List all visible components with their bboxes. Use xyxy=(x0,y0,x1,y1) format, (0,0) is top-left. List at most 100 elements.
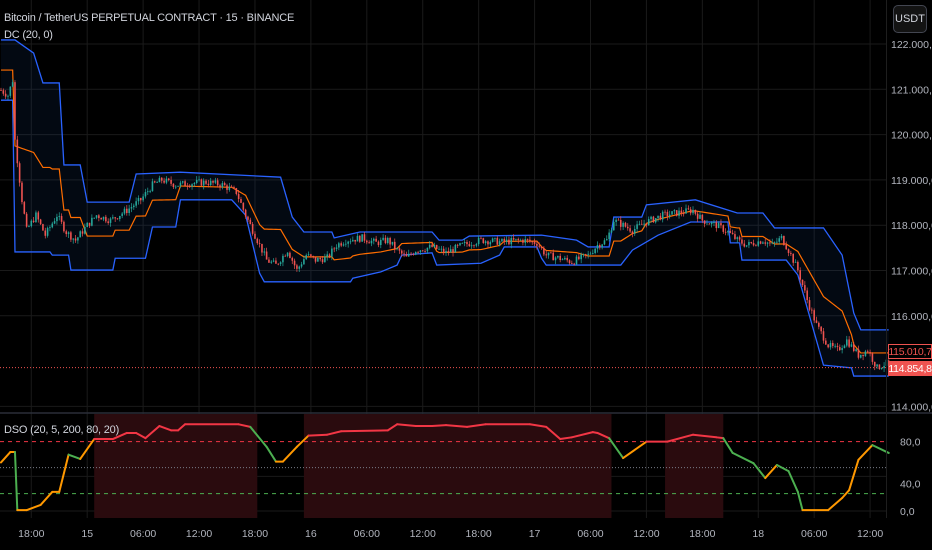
candle-body xyxy=(526,239,529,240)
dso-indicator-legend[interactable]: DSO (20, 5, 200, 80, 20) xyxy=(4,424,119,436)
candle-body xyxy=(195,179,198,183)
candle-body xyxy=(433,244,436,247)
time-tick-label: 17 xyxy=(529,528,541,540)
candle-body xyxy=(687,208,690,210)
candle-body xyxy=(773,242,776,244)
dso-line-segment xyxy=(848,458,860,492)
chart-canvas[interactable]: 18:00 15 06:00 12:00 18:00 16 06:00 12:00 18:00 1… xyxy=(0,0,932,550)
candle-body xyxy=(731,232,734,235)
candle-body xyxy=(216,180,219,186)
candle-body xyxy=(540,246,543,249)
candle-body xyxy=(804,285,806,291)
candle-body xyxy=(84,227,86,234)
dc-basis-price-tag: 115.010,7 xyxy=(888,344,932,359)
candle-body xyxy=(223,183,226,186)
candle-body xyxy=(23,202,26,214)
candle-body xyxy=(859,354,862,358)
candle-body xyxy=(561,259,564,261)
candle-body xyxy=(398,248,401,251)
candle-body xyxy=(25,213,28,227)
candle-body xyxy=(706,223,708,225)
candle-body xyxy=(49,227,51,229)
candle-body xyxy=(77,237,79,241)
candle-body xyxy=(424,251,426,252)
dso-line-segment xyxy=(731,451,755,465)
overbought-zones xyxy=(0,414,886,518)
symbol-title[interactable]: Bitcoin / TetherUS PERPETUAL CONTRACT · … xyxy=(4,12,294,24)
candle-body xyxy=(382,237,384,240)
candle-body xyxy=(606,239,608,241)
candle xyxy=(703,220,706,228)
candle-body xyxy=(470,245,473,247)
candle-body xyxy=(265,251,268,260)
price-tick-label: 122.000,0 xyxy=(891,39,932,51)
candle-body xyxy=(829,342,832,348)
candle-body xyxy=(822,331,825,341)
candle-body xyxy=(212,180,214,183)
candle-body xyxy=(839,347,841,350)
candle-body xyxy=(750,242,753,244)
candle-body xyxy=(345,243,347,245)
candle-body xyxy=(836,345,839,348)
candle-body xyxy=(783,235,785,246)
candle-body xyxy=(675,210,678,216)
candle-body xyxy=(205,180,207,184)
candle-body xyxy=(629,228,631,232)
candle-body xyxy=(237,193,240,200)
candle-body xyxy=(244,209,247,217)
candle-body xyxy=(79,231,82,238)
candle-body xyxy=(58,216,61,217)
candle-body xyxy=(440,248,443,250)
candle-body xyxy=(235,188,238,194)
candle-body xyxy=(512,238,515,240)
time-tick-label: 18:00 xyxy=(689,528,715,540)
candle-body xyxy=(484,241,487,244)
candle-body xyxy=(4,93,7,97)
candle-body xyxy=(594,248,596,254)
candle-body xyxy=(554,257,557,261)
candle-body xyxy=(312,255,315,257)
candle-body xyxy=(277,263,280,265)
candle-body xyxy=(876,364,878,367)
candle-body xyxy=(694,209,697,214)
candle-body xyxy=(407,253,410,257)
currency-button[interactable]: USDT xyxy=(893,5,927,33)
candle-body xyxy=(792,253,794,263)
candle-body xyxy=(678,210,680,216)
candle-body xyxy=(335,247,338,249)
candle-body xyxy=(454,244,457,253)
candle-body xyxy=(585,254,587,255)
candle-body xyxy=(405,254,408,257)
candle-body xyxy=(319,257,322,260)
candle-body xyxy=(35,212,37,223)
candle xyxy=(39,218,42,226)
candle-body xyxy=(447,251,450,253)
candle-body xyxy=(384,237,387,244)
candle-body xyxy=(547,252,550,256)
candle-body xyxy=(755,245,757,247)
candle-body xyxy=(256,238,259,244)
candle-body xyxy=(813,310,815,321)
candle-body xyxy=(359,235,361,242)
price-tick-label: 120.000,0 xyxy=(891,130,932,142)
candle-body xyxy=(146,191,149,193)
candle-body xyxy=(263,251,266,253)
candle-body xyxy=(179,182,182,186)
candle-body xyxy=(354,239,356,242)
candle-body xyxy=(356,235,359,242)
candle-body xyxy=(489,241,492,245)
candle-body xyxy=(491,238,494,242)
candle-body xyxy=(871,353,874,362)
candle-body xyxy=(254,233,256,239)
candle-body xyxy=(517,238,520,240)
candle-body xyxy=(834,345,836,347)
candle-body xyxy=(272,260,275,262)
candle-body xyxy=(181,181,184,183)
candle-body xyxy=(878,364,881,369)
price-tick-label: 119.000,0 xyxy=(891,175,932,187)
candle-body xyxy=(727,231,729,233)
candle-body xyxy=(855,349,857,351)
dc-indicator-legend[interactable]: DC (20, 0) xyxy=(4,29,53,41)
candle-body xyxy=(60,216,63,222)
candle-body xyxy=(163,180,165,183)
